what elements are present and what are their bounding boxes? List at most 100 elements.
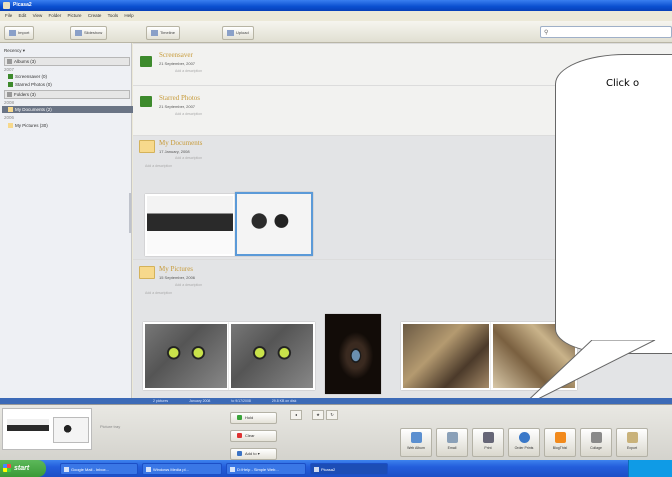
- folder-title[interactable]: My Documents: [159, 139, 202, 147]
- photo-thumbnail[interactable]: [325, 314, 381, 394]
- menu-picture[interactable]: Picture: [68, 11, 82, 21]
- album-icon: [140, 56, 152, 67]
- album-screensaver[interactable]: Screensaver (0): [8, 73, 47, 80]
- photo-thumbnail-selected[interactable]: [235, 192, 313, 256]
- folders-header[interactable]: Folders (3): [4, 90, 130, 99]
- email-icon: [446, 432, 458, 443]
- album-description[interactable]: Add a description: [175, 69, 202, 73]
- web-album-button[interactable]: Web Album: [400, 428, 432, 457]
- menu-folder[interactable]: Folder: [49, 11, 62, 21]
- menu-view[interactable]: View: [33, 11, 43, 21]
- album-date: 21 September, 2007: [159, 61, 196, 66]
- album-icon: [140, 96, 152, 107]
- hold-button[interactable]: Hold: [230, 412, 277, 424]
- folder-icon: [139, 266, 155, 279]
- import-button[interactable]: Import: [4, 26, 35, 40]
- menu-help[interactable]: Help: [124, 11, 133, 21]
- collapse-icon: [7, 92, 12, 98]
- album-icon: [8, 74, 13, 80]
- order-prints-icon: [518, 432, 530, 443]
- tray-nav-button[interactable]: ↻: [326, 410, 338, 420]
- print-icon: [482, 432, 494, 443]
- year-label: 2007: [4, 67, 15, 72]
- windows-logo-icon: [3, 464, 11, 472]
- taskbar-item[interactable]: D:\Help - Simple Web...: [226, 463, 306, 475]
- photo-thumbnail[interactable]: [143, 322, 229, 390]
- blogger-icon: [554, 432, 566, 443]
- export-button[interactable]: Export: [616, 428, 648, 457]
- photo-thumbnail[interactable]: [145, 194, 235, 256]
- email-button[interactable]: Email: [436, 428, 468, 457]
- add-to-icon: [237, 451, 242, 457]
- tray-thumbnail[interactable]: [7, 419, 49, 439]
- hold-icon: [237, 415, 242, 421]
- panel-resize-handle[interactable]: [129, 193, 131, 233]
- taskbar-item[interactable]: Google Mail - Inbox...: [60, 463, 138, 475]
- menu-edit[interactable]: Edit: [19, 11, 27, 21]
- tray-preview[interactable]: [2, 408, 92, 450]
- title-bar: Picasa2: [0, 0, 672, 11]
- album-title[interactable]: Screensaver: [159, 51, 193, 59]
- album-description[interactable]: Add a description: [175, 112, 202, 116]
- search-input[interactable]: ⚲: [540, 26, 672, 38]
- import-icon: [9, 29, 16, 36]
- collage-icon: [590, 432, 602, 443]
- taskbar-item-active[interactable]: Picasa2: [310, 463, 388, 475]
- export-icon: [626, 432, 638, 443]
- clear-icon: [237, 433, 242, 439]
- clear-button[interactable]: Clear: [230, 430, 277, 442]
- upload-button[interactable]: Upload: [222, 26, 254, 40]
- folder-description[interactable]: Add a description: [175, 283, 202, 287]
- blogthis-button[interactable]: BlogThis!: [544, 428, 576, 457]
- albums-header[interactable]: Albums (3): [4, 57, 130, 66]
- sort-dropdown[interactable]: Recency ▾: [4, 47, 25, 54]
- album-title[interactable]: Starred Photos: [159, 94, 200, 102]
- album-date: 21 September, 2007: [159, 104, 196, 109]
- window-icon: [314, 467, 319, 472]
- year-label: 2006: [4, 115, 15, 120]
- status-count: 2 pictures: [153, 399, 169, 403]
- year-label: 2008: [4, 100, 15, 105]
- callout-bubble: [555, 54, 672, 354]
- folder-icon: [139, 140, 155, 153]
- photo-thumbnail[interactable]: [401, 322, 491, 390]
- menu-create[interactable]: Create: [88, 11, 102, 21]
- slideshow-button[interactable]: Slideshow: [70, 26, 108, 40]
- tray-label: Picture tray: [100, 424, 121, 429]
- status-date-from: January 2008: [189, 399, 211, 403]
- folder-title[interactable]: My Pictures: [159, 265, 193, 273]
- collage-button[interactable]: Collage: [580, 428, 612, 457]
- status-date-to: to 9/17/2008: [231, 399, 251, 403]
- tray-nav-button[interactable]: ★: [312, 410, 324, 420]
- add-to-button[interactable]: Add to ▾: [230, 448, 277, 460]
- folder-caption[interactable]: Add a description: [145, 291, 172, 295]
- upload-icon: [227, 29, 234, 36]
- status-size: 29.8 KB on disk: [271, 399, 297, 403]
- start-button[interactable]: start: [0, 460, 46, 477]
- print-button[interactable]: Print: [472, 428, 504, 457]
- folder-description[interactable]: Add a description: [175, 156, 202, 160]
- window-title: Picasa2: [13, 2, 32, 8]
- album-starred-photos[interactable]: Starred Photos (0): [8, 81, 52, 88]
- taskbar-item[interactable]: Windows Media pl...: [142, 463, 222, 475]
- search-icon: ⚲: [544, 30, 549, 36]
- menu-tools[interactable]: Tools: [108, 11, 119, 21]
- folder-list-panel: Recency ▾ Albums (3) 2007 Screensaver (0…: [0, 43, 134, 398]
- window-icon: [146, 467, 151, 472]
- album-icon: [8, 82, 13, 88]
- app-icon: [3, 2, 10, 9]
- folder-caption[interactable]: Add a description: [145, 164, 172, 168]
- folder-date: 15 September, 2006: [159, 275, 196, 280]
- window-icon: [64, 467, 69, 472]
- folder-my-pictures[interactable]: My Pictures (30): [8, 122, 48, 129]
- folder-my-documents[interactable]: My Documents (2): [2, 106, 134, 113]
- tray-thumbnail[interactable]: [53, 417, 89, 443]
- tray-nav-button[interactable]: ◂: [290, 410, 302, 420]
- timeline-button[interactable]: Timeline: [146, 26, 180, 40]
- photo-thumbnail[interactable]: [229, 322, 315, 390]
- order-prints-button[interactable]: Order Prints: [508, 428, 540, 457]
- system-tray: [628, 460, 672, 477]
- toolbar: Import Slideshow Timeline Upload ⚲: [0, 21, 672, 43]
- timeline-icon: [151, 29, 158, 36]
- menu-file[interactable]: File: [5, 11, 12, 21]
